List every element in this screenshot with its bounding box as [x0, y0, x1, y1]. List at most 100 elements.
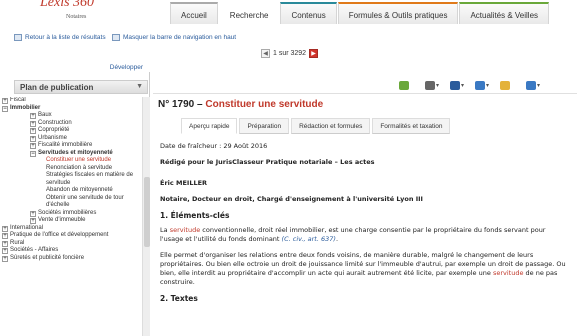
- document-area: ▾ ▾ ▾ ▾ N° 1790 – Constituer une servitu…: [153, 72, 577, 336]
- tree-item[interactable]: + Baux: [0, 112, 140, 120]
- email-button[interactable]: ▾: [450, 81, 464, 90]
- tree-item[interactable]: Obtenir une servitude de tour d'échelle: [0, 195, 140, 210]
- tab-recherche[interactable]: Recherche: [218, 2, 280, 24]
- civil-code-link[interactable]: (C. civ., art. 637): [282, 235, 336, 243]
- collapse-icon[interactable]: −: [2, 105, 8, 112]
- tree-item[interactable]: + Sûretés et publicité foncière: [0, 255, 140, 263]
- tab-formules[interactable]: Formules & Outils pratiques: [337, 2, 459, 24]
- expand-icon[interactable]: +: [30, 135, 36, 142]
- download-button[interactable]: ▾: [475, 81, 489, 90]
- tree-item-label: Abandon de mitoyenneté: [46, 187, 113, 193]
- tree-item[interactable]: Renonciation à servitude: [0, 165, 140, 173]
- tab-label: Contenus: [291, 11, 326, 20]
- section-textes: 2. Textes: [160, 294, 198, 303]
- expand-icon[interactable]: +: [2, 240, 8, 247]
- tree-item-current[interactable]: Constituer une servitude: [0, 157, 140, 165]
- document-number: N° 1790 –: [158, 99, 203, 110]
- expand-icon[interactable]: +: [2, 248, 8, 254]
- print-button[interactable]: ▾: [425, 81, 439, 90]
- chevron-down-icon: ▼: [136, 83, 143, 90]
- tree-item[interactable]: + Sociétés immobilières: [0, 210, 140, 218]
- tab-formalites-taxation[interactable]: Formalités et taxation: [372, 118, 451, 134]
- brand-sub: Notaires: [66, 14, 87, 20]
- tree-item[interactable]: + Fiscalité immobilière: [0, 142, 140, 150]
- back-to-results-label: Retour à la liste de résultats: [25, 34, 106, 41]
- tree-item-label: Copropriété: [38, 127, 70, 133]
- develop-link[interactable]: Développer: [110, 64, 143, 71]
- email-icon: [450, 81, 460, 90]
- refresh-button[interactable]: [399, 81, 409, 90]
- tree-item[interactable]: + Construction: [0, 120, 140, 128]
- tree-item[interactable]: Stratégies fiscales en matière de servit…: [0, 172, 140, 187]
- document-title: N° 1790 – Constituer une servitude: [158, 99, 323, 110]
- tab-apercu-rapide[interactable]: Aperçu rapide: [181, 118, 238, 134]
- tree-item-label: Urbanisme: [38, 134, 68, 141]
- tab-redaction-formules[interactable]: Rédaction et formules: [291, 118, 371, 134]
- publication-plan-panel: Développer Plan de publication ▼ + Fiscal…: [0, 64, 150, 336]
- sub-toolbar: Retour à la liste de résultats Masquer l…: [0, 24, 577, 72]
- section-elements-cles: 1. Éléments-clés: [160, 211, 230, 220]
- back-to-results-link[interactable]: Retour à la liste de résultats: [14, 34, 106, 41]
- download-icon: [475, 81, 485, 90]
- tab-label: Accueil: [181, 11, 207, 20]
- brand-logo[interactable]: Lexis 360 Notaires: [40, 0, 94, 20]
- p1-pre: La: [160, 226, 168, 234]
- scrollbar-thumb[interactable]: [144, 177, 150, 247]
- tab-accueil[interactable]: Accueil: [170, 2, 218, 24]
- expand-icon[interactable]: +: [30, 120, 36, 127]
- list-icon: [14, 34, 22, 41]
- expand-icon[interactable]: +: [30, 113, 36, 119]
- freshness-date: Date de fraîcheur : 29 Août 2016: [160, 142, 268, 150]
- tree-item[interactable]: + Rural: [0, 240, 140, 248]
- tree-item[interactable]: + Urbanisme: [0, 135, 140, 143]
- tree-item[interactable]: + Pratique de l'office et développement: [0, 232, 140, 240]
- plan-header[interactable]: Plan de publication ▼: [14, 80, 148, 94]
- tree-scrollbar[interactable]: [142, 97, 150, 336]
- p1-end: .: [335, 235, 339, 243]
- paragraph-2: Elle permet d'organiser les relations en…: [160, 251, 570, 287]
- p1-mid: conventionnelle, droit réel immobilier, …: [160, 226, 546, 243]
- expand-icon[interactable]: +: [30, 143, 36, 149]
- collapse-icon[interactable]: −: [30, 150, 36, 157]
- expand-icon[interactable]: +: [30, 210, 36, 217]
- tab-preparation[interactable]: Préparation: [239, 118, 290, 134]
- expand-icon[interactable]: +: [2, 233, 8, 239]
- tree-item[interactable]: + Sociétés - Affaires: [0, 247, 140, 255]
- print-icon: [425, 81, 435, 90]
- tree-item-label: Pratique de l'office et développement: [10, 232, 109, 238]
- tab-actualites[interactable]: Actualités & Veilles: [459, 2, 550, 24]
- tab-label: Formules & Outils pratiques: [348, 11, 448, 20]
- refresh-icon: [399, 81, 409, 90]
- folder-button[interactable]: [500, 81, 510, 90]
- expand-icon[interactable]: +: [30, 128, 36, 134]
- expand-icon[interactable]: +: [30, 218, 36, 224]
- tree-item-label: International: [10, 224, 44, 231]
- share-button[interactable]: ▾: [526, 81, 540, 90]
- tree-item-label: Fiscalité immobilière: [38, 142, 93, 148]
- tree-item[interactable]: Abandon de mitoyenneté: [0, 187, 140, 195]
- tree-item-label: Servitudes et mitoyenneté: [38, 149, 113, 156]
- tree-item[interactable]: − Immobilier: [0, 105, 140, 113]
- document-tabs: Aperçu rapide Préparation Rédaction et f…: [181, 118, 452, 134]
- pager-text: 1 sur 3292: [273, 50, 307, 57]
- prev-result-button[interactable]: ◀: [261, 49, 270, 58]
- plan-tree: + Fiscal − Immobilier + Baux + Construction + Cop…: [0, 97, 142, 336]
- expand-icon[interactable]: +: [2, 225, 8, 232]
- tree-item[interactable]: + International: [0, 225, 140, 233]
- next-result-button[interactable]: ▶: [309, 49, 319, 58]
- tree-item-label: Immobilier: [10, 104, 41, 111]
- tree-item[interactable]: + Fiscal: [0, 97, 140, 105]
- p2-servitude-link[interactable]: servitude: [493, 269, 524, 277]
- p1-servitude-link[interactable]: servitude: [170, 226, 201, 234]
- tree-item[interactable]: + Copropriété: [0, 127, 140, 135]
- hide-nav-link[interactable]: Masquer la barre de navigation en haut: [112, 34, 236, 41]
- expand-icon[interactable]: +: [2, 255, 8, 262]
- tree-item[interactable]: + Vente d'immeuble: [0, 217, 140, 225]
- expand-icon[interactable]: +: [2, 98, 8, 104]
- tab-contenus[interactable]: Contenus: [280, 2, 337, 24]
- author-name: Éric MEILLER: [160, 179, 208, 187]
- tree-item[interactable]: − Servitudes et mitoyenneté: [0, 150, 140, 158]
- tree-item-label: Vente d'immeuble: [38, 217, 86, 223]
- hide-nav-label: Masquer la barre de navigation en haut: [123, 34, 237, 41]
- tree-item-label: Renonciation à servitude: [46, 164, 113, 171]
